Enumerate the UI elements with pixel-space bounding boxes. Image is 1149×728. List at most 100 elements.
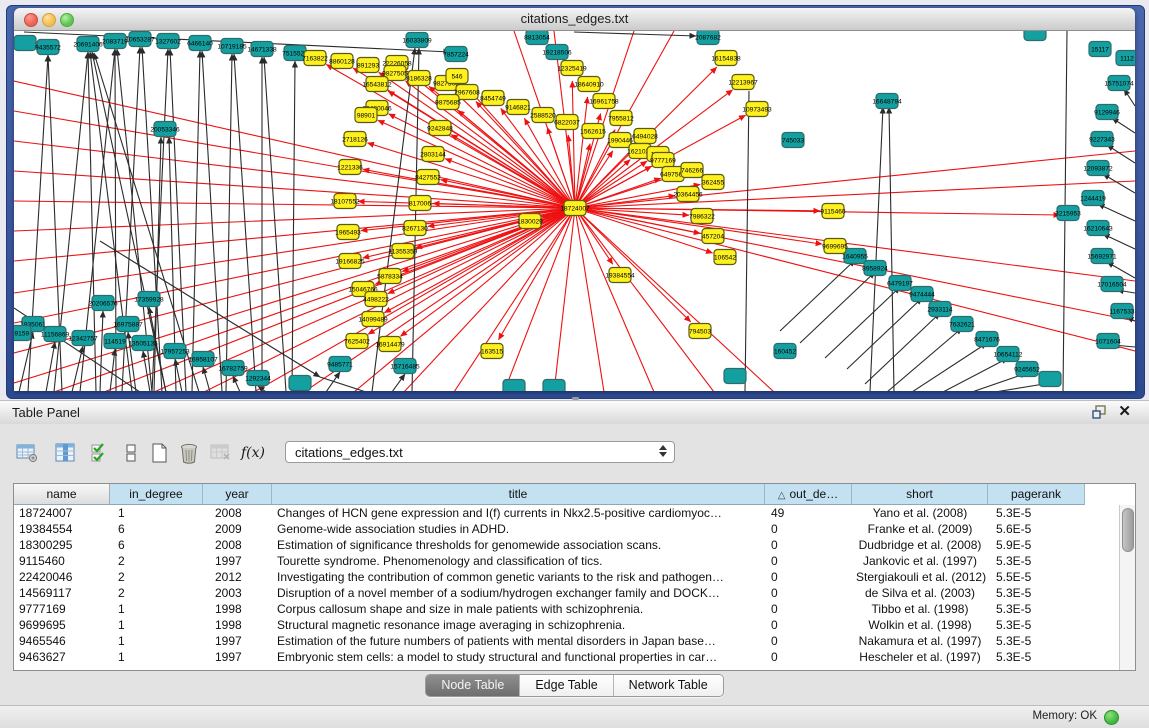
graph-node-selected[interactable]: 18640910 — [574, 77, 604, 92]
table-cell[interactable]: 0 — [765, 601, 852, 617]
table-row[interactable]: 977716911998Corpus callosum shape and si… — [14, 601, 1135, 617]
table-cell[interactable]: Structural magnetic resonance image aver… — [272, 617, 765, 633]
table-cell[interactable]: 2 — [110, 569, 203, 585]
graph-node-selected[interactable]: 19166825 — [335, 254, 365, 269]
graph-node-selected[interactable]: 14099489 — [358, 312, 388, 327]
table-cell[interactable]: 5.3E-5 — [988, 601, 1085, 617]
graph-edge[interactable] — [170, 49, 186, 391]
table-cell[interactable]: Tibbo et al. (1998) — [852, 601, 988, 617]
graph-node-selected[interactable]: 891293 — [357, 58, 379, 73]
table-row[interactable]: 946362711997Embryonic stem cells: a mode… — [14, 649, 1135, 665]
graph-node-selected[interactable]: 18107552 — [330, 194, 360, 209]
graph-edge[interactable] — [233, 376, 240, 391]
graph-edge[interactable] — [203, 367, 210, 391]
table-cell[interactable]: 1 — [110, 633, 203, 649]
graph-edge[interactable] — [865, 313, 940, 384]
graph-node-unselected[interactable]: 16975887 — [113, 317, 143, 332]
table-cell[interactable]: 1 — [110, 601, 203, 617]
graph-edge[interactable] — [943, 358, 1008, 391]
graph-node-selected[interactable]: 7625402 — [344, 334, 370, 349]
graph-node-unselected[interactable]: 16782759 — [218, 361, 248, 376]
row-height-button[interactable] — [118, 440, 144, 466]
table-cell[interactable]: Yano et al. (2008) — [852, 505, 988, 521]
close-panel-icon[interactable]: ✕ — [1118, 404, 1131, 420]
graph-edge[interactable] — [1103, 174, 1135, 193]
graph-edge[interactable] — [292, 61, 295, 391]
graph-node-unselected[interactable]: 1327602 — [155, 34, 181, 49]
table-cell[interactable]: 0 — [765, 537, 852, 553]
table-cell[interactable]: Stergiakouli et al. (2012) — [852, 569, 988, 585]
table-cell[interactable]: 0 — [765, 521, 852, 537]
vertical-scrollbar[interactable] — [1119, 505, 1135, 670]
table-cell[interactable]: de Silva et al. (2003) — [852, 585, 988, 601]
graph-node-unselected[interactable]: 20691406 — [73, 37, 103, 52]
table-cell[interactable]: 14569117 — [14, 585, 110, 601]
graph-node-selected[interactable]: 746266 — [681, 163, 703, 178]
table-cell[interactable]: 18300295 — [14, 537, 110, 553]
table-cell[interactable]: 1997 — [203, 633, 272, 649]
graph-edge[interactable] — [780, 260, 855, 331]
graph-edge[interactable] — [1107, 262, 1135, 278]
graph-node-unselected[interactable]: 1112 — [1116, 51, 1135, 66]
graph-node-unselected[interactable]: 8958924 — [862, 261, 888, 276]
graph-node-unselected[interactable] — [503, 380, 525, 392]
graph-node-selected[interactable]: 9875685 — [435, 95, 461, 110]
graph-node-unselected[interactable]: 6479197 — [887, 276, 913, 291]
graph-node-unselected[interactable]: 19218506 — [542, 45, 572, 60]
graph-node-selected[interactable]: 1221336 — [337, 160, 363, 175]
graph-node-selected[interactable]: 98901 — [355, 108, 377, 123]
table-cell[interactable]: 5.3E-5 — [988, 553, 1085, 569]
graph-node-selected[interactable]: 794503 — [689, 324, 711, 339]
graph-node-unselected[interactable]: 1167533 — [1109, 304, 1135, 319]
graph-node-unselected[interactable] — [14, 36, 36, 51]
table-cell[interactable]: Embryonic stem cells: a model to study s… — [272, 649, 765, 665]
tab-network-table[interactable]: Network Table — [613, 675, 723, 696]
graph-node-selected[interactable]: 12325419 — [557, 61, 587, 76]
graph-node-selected[interactable]: 16154838 — [711, 51, 741, 66]
graph-node-unselected[interactable]: 8813054 — [524, 31, 550, 45]
graph-node-unselected[interactable]: 15692971 — [1087, 249, 1117, 264]
table-row[interactable]: 911546021997Tourette syndrome. Phenomeno… — [14, 553, 1135, 569]
table-cell[interactable]: 2 — [110, 585, 203, 601]
table-cell[interactable]: 5.5E-5 — [988, 569, 1085, 585]
graph-node-unselected[interactable]: 15751074 — [1104, 76, 1134, 91]
graph-edge[interactable] — [110, 349, 115, 391]
citation-graph[interactable]: 9435572206914062083719106532871327602646… — [14, 31, 1135, 391]
table-cell[interactable]: 9699695 — [14, 617, 110, 633]
graph-edge[interactable] — [575, 196, 675, 208]
graph-node-selected[interactable]: 106542 — [714, 250, 736, 265]
graph-node-selected[interactable]: 2718126 — [342, 132, 368, 147]
network-window-titlebar[interactable]: citations_edges.txt — [14, 8, 1135, 31]
graph-edge[interactable] — [825, 287, 900, 358]
graph-node-unselected[interactable]: 160452 — [774, 344, 796, 359]
table-cell[interactable]: Hescheler et al. (1997) — [852, 649, 988, 665]
table-cell[interactable]: 1 — [110, 617, 203, 633]
graph-edge[interactable] — [1124, 89, 1135, 106]
graph-node-unselected[interactable]: 1292344 — [245, 371, 271, 386]
table-cell[interactable]: Wolkin et al. (1998) — [852, 617, 988, 633]
table-cell[interactable]: 5.3E-5 — [988, 505, 1085, 521]
table-cell[interactable]: 5.9E-5 — [988, 537, 1085, 553]
float-panel-icon[interactable] — [1092, 405, 1107, 419]
new-column-button[interactable] — [146, 440, 172, 466]
graph-node-unselected[interactable]: 16958107 — [188, 352, 218, 367]
column-header-short[interactable]: short — [852, 484, 988, 505]
table-cell[interactable]: Disruption of a novel member of a sodium… — [272, 585, 765, 601]
graph-edge[interactable] — [575, 208, 691, 322]
graph-edge[interactable] — [575, 208, 1135, 281]
table-cell[interactable]: Corpus callosum shape and size in male p… — [272, 601, 765, 617]
table-row[interactable]: 1830029562008Estimation of significance … — [14, 537, 1135, 553]
graph-node-selected[interactable]: 4498222 — [363, 292, 389, 307]
graph-node-selected[interactable]: 6494028 — [632, 129, 658, 144]
graph-node-unselected[interactable] — [724, 369, 746, 384]
table-cell[interactable]: 49 — [765, 505, 852, 521]
graph-node-selected[interactable]: 8860128 — [329, 54, 355, 69]
graph-edge[interactable] — [847, 298, 922, 369]
graph-node-selected[interactable]: 16961758 — [589, 94, 619, 109]
graph-node-unselected[interactable]: 14671338 — [247, 42, 277, 57]
graph-node-selected[interactable]: 10973493 — [742, 102, 772, 117]
graph-node-selected[interactable]: 8186328 — [406, 71, 432, 86]
tab-edge-table[interactable]: Edge Table — [519, 675, 612, 696]
table-cell[interactable]: 22420046 — [14, 569, 110, 585]
graph-node-unselected[interactable]: 10654112 — [994, 347, 1023, 362]
